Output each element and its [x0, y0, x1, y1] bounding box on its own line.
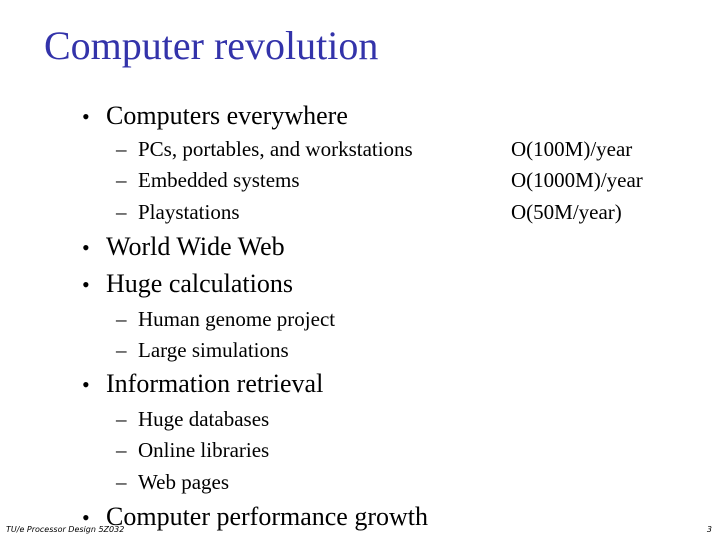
- rate-value: O(1000M)/year: [511, 168, 643, 192]
- sub-bullet-item: – Huge databases: [116, 406, 269, 432]
- bullet-icon: •: [82, 272, 90, 297]
- sub-bullet-item: – Playstations: [116, 199, 240, 225]
- sub-bullet-text: Large simulations: [138, 338, 289, 362]
- dash-icon: –: [116, 407, 127, 431]
- bullet-item: • World Wide Web: [82, 232, 285, 263]
- rate-value: O(50M/year): [511, 200, 622, 224]
- bullet-text: Computer performance growth: [106, 502, 429, 531]
- dash-icon: –: [116, 200, 127, 224]
- sub-bullet-item: – PCs, portables, and workstations: [116, 136, 413, 162]
- sub-bullet-item: – Human genome project: [116, 306, 335, 332]
- sub-bullet-text: Huge databases: [138, 407, 270, 431]
- sub-bullet-item: – Embedded systems: [116, 167, 300, 193]
- sub-bullet-item: – Large simulations: [116, 337, 289, 363]
- bullet-icon: •: [82, 104, 90, 129]
- slide-title: Computer revolution: [44, 23, 379, 68]
- bullet-text: Information retrieval: [106, 369, 324, 398]
- sub-bullet-text: Web pages: [138, 470, 230, 494]
- sub-bullet-text: PCs, portables, and workstations: [138, 137, 413, 161]
- dash-icon: –: [116, 307, 127, 331]
- dash-icon: –: [116, 338, 127, 362]
- dash-icon: –: [116, 438, 127, 462]
- bullet-item: • Computers everywhere: [82, 101, 348, 132]
- dash-icon: –: [116, 168, 127, 192]
- page-number: 3: [706, 525, 712, 534]
- bullet-item: • Huge calculations: [82, 269, 293, 300]
- sub-bullet-item: – Online libraries: [116, 437, 269, 463]
- footer-course: TU/e Processor Design 5Z032: [6, 525, 125, 534]
- bullet-text: Huge calculations: [106, 269, 293, 298]
- bullet-text: Computers everywhere: [106, 101, 348, 130]
- slide: Computer revolution • Computers everywher…: [0, 0, 720, 540]
- bullet-item: • Information retrieval: [82, 369, 323, 400]
- bullet-item: • Computer performance growth: [82, 502, 428, 533]
- dash-icon: –: [116, 137, 127, 161]
- sub-bullet-text: Online libraries: [138, 438, 270, 462]
- bullet-text: World Wide Web: [106, 232, 285, 261]
- sub-bullet-text: Embedded systems: [138, 168, 300, 192]
- sub-bullet-text: Playstations: [138, 200, 240, 224]
- dash-icon: –: [116, 470, 127, 494]
- bullet-icon: •: [82, 235, 90, 260]
- sub-bullet-item: – Web pages: [116, 469, 229, 495]
- rate-value: O(100M)/year: [511, 137, 633, 161]
- bullet-icon: •: [82, 372, 90, 397]
- sub-bullet-text: Human genome project: [138, 307, 336, 331]
